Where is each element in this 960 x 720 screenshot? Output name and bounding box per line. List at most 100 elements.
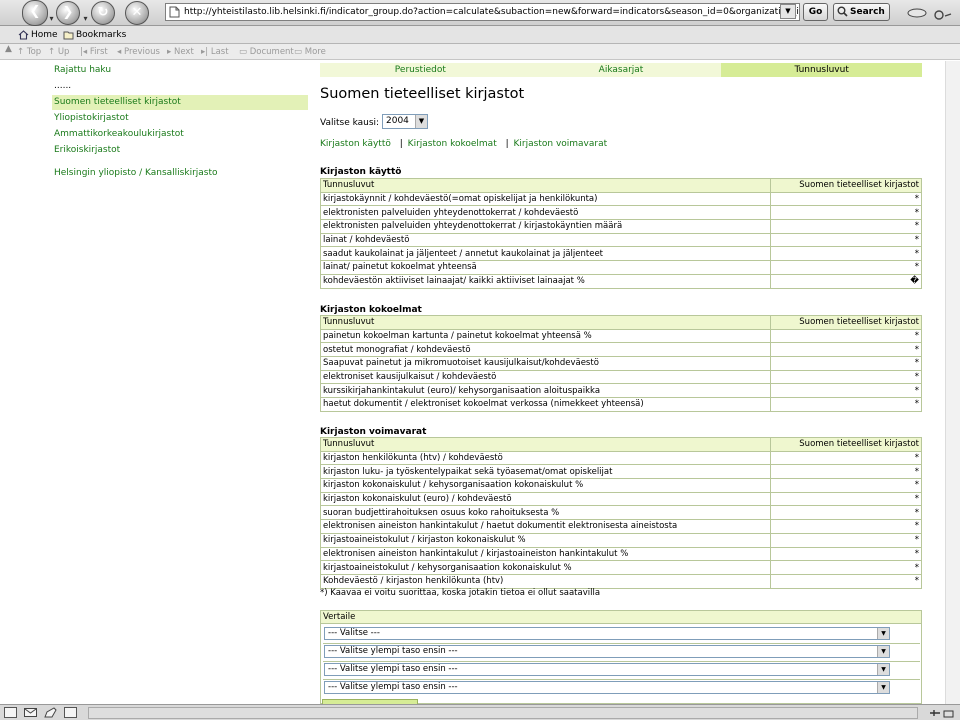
composer-icon[interactable] — [44, 707, 57, 718]
table-voimavarat: Tunnusluvut Suomen tieteelliset kirjasto… — [320, 437, 922, 589]
table-header-row: Tunnusluvut Suomen tieteelliset kirjasto… — [320, 437, 922, 452]
nav-document-link[interactable]: ▭ Document — [239, 46, 294, 58]
back-history-icon[interactable]: ▾ — [48, 8, 55, 23]
divider — [323, 643, 920, 644]
section-links: Kirjaston käyttö | Kirjaston kokoelmat |… — [320, 138, 607, 150]
table-row: kirjastokäynnit / kohdeväestö(=omat opis… — [320, 191, 922, 207]
search-icon — [837, 6, 848, 17]
indicator-name: kirjastoaineistokulut / kehysorganisaati… — [320, 560, 771, 575]
indicator-name: Kohdeväestö / kirjaston henkilökunta (ht… — [320, 573, 771, 589]
season-select[interactable]: 2004 ▼ — [382, 114, 428, 129]
column-header: Suomen tieteelliset kirjastot — [770, 178, 922, 193]
table-row: ostetut monografiat / kohdeväestö * — [320, 342, 922, 358]
search-button[interactable]: Search — [833, 3, 890, 21]
chevron-down-icon: ▼ — [415, 115, 427, 128]
home-label: Home — [31, 30, 58, 40]
link-separator: | — [505, 139, 509, 149]
column-header: Suomen tieteelliset kirjastot — [770, 315, 922, 330]
security-lock-icon — [930, 710, 954, 718]
table-row: elektroniset kausijulkaisut / kohdeväest… — [320, 369, 922, 385]
bookmarks-label: Bookmarks — [76, 30, 127, 40]
compare-select-1[interactable]: --- Valitse --- ▼ — [324, 627, 890, 640]
indicator-value: * — [770, 191, 922, 207]
nav-item-rajattu-haku[interactable]: Rajattu haku — [52, 63, 308, 78]
nav-top-link[interactable]: ↑ Top — [17, 46, 41, 58]
indicator-name: elektronisten palveluiden yhteydenottoke… — [320, 219, 771, 234]
indicator-name: elektronisten palveluiden yhteydenottoke… — [320, 205, 771, 221]
link-kirjaston-voimavarat[interactable]: Kirjaston voimavarat — [514, 139, 608, 149]
table-row: kirjaston kokonaiskulut (euro) / kohdevä… — [320, 491, 922, 507]
table-row: kirjastoaineistokulut / kirjaston kokona… — [320, 532, 922, 548]
indicator-value: * — [770, 342, 922, 358]
stop-button[interactable]: ✕ — [125, 1, 149, 25]
indicator-name: kirjaston luku- ja työskentelypaikat sek… — [320, 464, 771, 480]
nav-item-yliopistokirjastot[interactable]: Yliopistokirjastot — [52, 111, 308, 126]
table-row: haetut dokumentit / elektroniset kokoelm… — [320, 397, 922, 412]
nav-up-link[interactable]: ↑ Up — [48, 46, 69, 58]
compare-select-4[interactable]: --- Valitse ylempi taso ensin --- ▼ — [324, 681, 890, 694]
table-row: lainat / kohdeväestö * — [320, 232, 922, 248]
nav-item-ammattikorkeakoulukirjastot[interactable]: Ammattikorkeakoulukirjastot — [52, 127, 308, 142]
nav-first-link[interactable]: |◂ First — [80, 46, 108, 58]
tab-perustiedot[interactable]: Perustiedot — [320, 63, 521, 77]
nav-last-link[interactable]: ▸| Last — [201, 46, 229, 58]
table-row: saadut kaukolainat ja jäljenteet / annet… — [320, 246, 922, 262]
compare-select-value: --- Valitse --- — [328, 628, 380, 638]
indicator-value: * — [770, 260, 922, 275]
navigator-icon[interactable] — [4, 707, 17, 718]
link-kirjaston-kaytto[interactable]: Kirjaston käyttö — [320, 139, 391, 149]
indicator-value: * — [770, 383, 922, 399]
nav-item-helsingin-yliopisto[interactable]: Helsingin yliopisto / Kansalliskirjasto — [52, 166, 308, 181]
nav-item-erikoiskirjastot[interactable]: Erikoiskirjastot — [52, 143, 308, 158]
chevron-up-icon: ▲ — [5, 44, 12, 54]
table-header-row: Tunnusluvut Suomen tieteelliset kirjasto… — [320, 315, 922, 330]
table-kaytto: Tunnusluvut Suomen tieteelliset kirjasto… — [320, 178, 922, 289]
link-separator: | — [399, 139, 403, 149]
section-title-kaytto: Kirjaston käyttö — [320, 167, 402, 177]
table-row: kirjastoaineistokulut / kehysorganisaati… — [320, 560, 922, 575]
url-bar[interactable]: http://yhteistilasto.lib.helsinki.fi/ind… — [165, 3, 800, 21]
compare-select-2[interactable]: --- Valitse ylempi taso ensin --- ▼ — [324, 645, 890, 658]
nav-next-link[interactable]: ▸ Next — [167, 46, 194, 58]
table-header-row: Tunnusluvut Suomen tieteelliset kirjasto… — [320, 178, 922, 193]
indicator-name: elektronisen aineiston hankintakulut / k… — [320, 546, 771, 562]
tab-aikasarjat[interactable]: Aikasarjat — [520, 63, 722, 77]
divider — [323, 661, 920, 662]
reload-button[interactable]: ↻ — [91, 1, 115, 25]
page-scrollbar[interactable] — [945, 61, 960, 704]
forward-button[interactable]: ❯ — [56, 1, 80, 25]
nav-previous-link[interactable]: ◂ Previous — [117, 46, 160, 58]
nav-item-ellipsis: ...... — [54, 81, 72, 91]
home-bookmark[interactable]: Home — [17, 28, 58, 42]
tab-tunnusluvut[interactable]: Tunnusluvut — [721, 63, 923, 77]
go-button[interactable]: Go — [803, 3, 828, 21]
tools-icon[interactable] — [905, 4, 955, 22]
status-text-field — [88, 707, 918, 719]
indicator-name: kirjastokäynnit / kohdeväestö(=omat opis… — [320, 191, 771, 207]
url-history-dropdown[interactable]: ▼ — [780, 4, 796, 19]
address-book-icon[interactable] — [64, 707, 77, 718]
indicator-name: elektroniset kausijulkaisut / kohdeväest… — [320, 369, 771, 385]
page-icon — [169, 6, 180, 18]
nav-more-link[interactable]: ▭ More — [294, 46, 326, 58]
indicator-value: * — [770, 560, 922, 575]
page-title: Suomen tieteelliset kirjastot — [320, 86, 525, 102]
indicator-value: * — [770, 450, 922, 466]
table-row: kirjaston luku- ja työskentelypaikat sek… — [320, 464, 922, 480]
table-row: kirjaston henkilökunta (htv) / kohdeväes… — [320, 450, 922, 466]
forward-history-icon[interactable]: ▾ — [82, 8, 89, 23]
link-kirjaston-kokoelmat[interactable]: Kirjaston kokoelmat — [408, 139, 497, 149]
nav-item-suomen-tieteelliset-kirjastot[interactable]: Suomen tieteelliset kirjastot — [52, 95, 308, 110]
folder-icon — [63, 31, 74, 40]
indicator-name: kirjaston kokonaiskulut (euro) / kohdevä… — [320, 491, 771, 507]
compare-select-3[interactable]: --- Valitse ylempi taso ensin --- ▼ — [324, 663, 890, 676]
mail-icon[interactable] — [24, 707, 37, 718]
back-button[interactable]: ❮ — [22, 0, 48, 26]
column-header: Tunnusluvut — [320, 315, 771, 330]
indicator-name: haetut dokumentit / elektroniset kokoelm… — [320, 397, 771, 412]
table-row: suoran budjettirahoituksen osuus koko ra… — [320, 505, 922, 521]
compare-select-value: --- Valitse ylempi taso ensin --- — [328, 682, 458, 692]
table-kokoelmat: Tunnusluvut Suomen tieteelliset kirjasto… — [320, 315, 922, 412]
bookmarks-button[interactable]: Bookmarks — [62, 28, 126, 42]
table-row: lainat/ painetut kokoelmat yhteensä * — [320, 260, 922, 275]
